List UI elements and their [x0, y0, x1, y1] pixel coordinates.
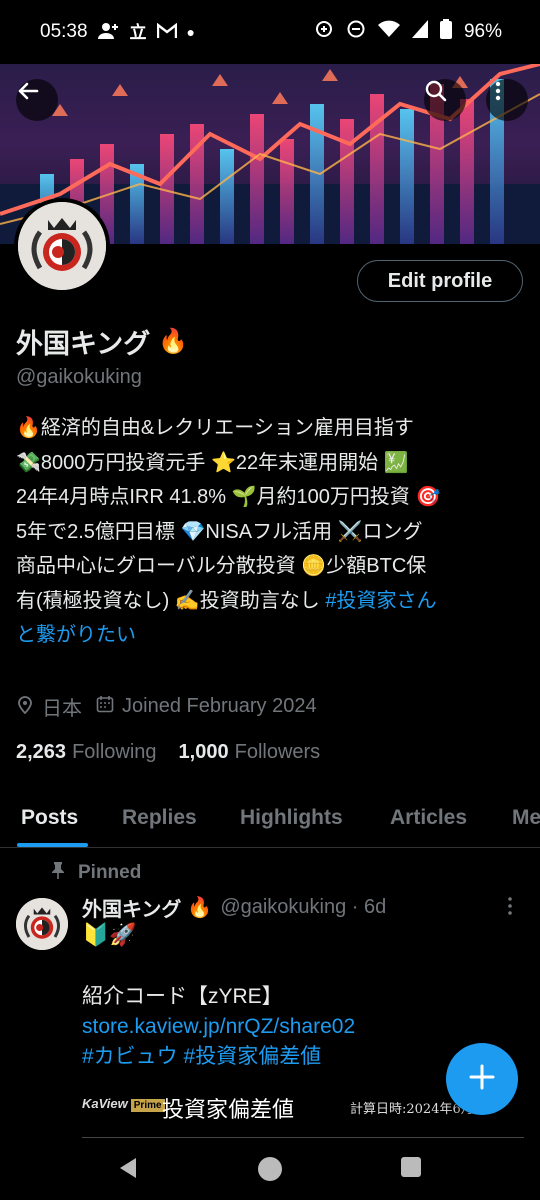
post-author-emoji: 🔥 — [187, 897, 213, 919]
back-triangle-icon[interactable] — [116, 1156, 140, 1185]
card-title: 投資家偏差値 — [162, 1098, 295, 1123]
post-url-link[interactable]: store.kaview.jp/nrQZ/share02 — [82, 1012, 355, 1042]
gmail-icon — [156, 22, 177, 42]
dnd-icon — [346, 19, 366, 45]
bio-text: 有(積極投資なし) ✍️投資助言なし — [16, 589, 326, 612]
system-nav-bar — [0, 1138, 540, 1200]
tab-highlights[interactable]: Highlights — [240, 806, 343, 830]
more-vertical-icon — [506, 897, 514, 921]
location-pin-icon — [16, 694, 34, 720]
joined-date: Joined February 2024 — [96, 695, 317, 719]
bio-line: 商品中心にグローバル分散投資 🪙少額BTC保 — [16, 555, 427, 577]
following-count: 2,263 — [16, 741, 67, 763]
post-line: 紹介コード【zYRE】 — [82, 985, 283, 1008]
status-bar: 05:38 立 ● 96% — [0, 0, 540, 64]
profile-bio: 🔥経済的自由&レクリエーション雇用目指す 💸8000万円投資元手 ⭐22年末運用… — [16, 411, 528, 653]
post-author-avatar[interactable] — [16, 898, 68, 950]
followers-label: Followers — [234, 741, 321, 763]
joined-text: Joined February 2024 — [122, 695, 317, 717]
calendar-icon — [96, 695, 114, 719]
pin-icon — [50, 861, 66, 885]
profile-tabs: Posts Replies Highlights Articles Me — [0, 788, 540, 848]
profile-handle: @gaikokuking — [16, 366, 142, 388]
tab-posts[interactable]: Posts — [21, 806, 78, 830]
battery-percent: 96% — [463, 21, 502, 42]
card-brand-badge: Prime — [130, 1099, 165, 1112]
battery-icon — [439, 19, 452, 45]
kanji-icon: 立 — [129, 22, 147, 42]
fire-emoji: 🔥 — [158, 328, 189, 355]
post-more-button[interactable] — [506, 896, 514, 922]
more-button[interactable] — [486, 79, 528, 121]
status-time: 05:38 — [40, 21, 88, 42]
plus-icon — [468, 1063, 496, 1096]
post-body: 紹介コード【zYRE】 store.kaview.jp/nrQZ/share02… — [82, 982, 355, 1072]
follow-stats: 2,263 Following 1,000 Followers — [16, 741, 342, 764]
compose-button[interactable] — [446, 1043, 518, 1115]
wifi-icon — [377, 20, 400, 44]
edit-profile-button[interactable]: Edit profile — [357, 260, 523, 302]
recents-square-icon[interactable] — [400, 1156, 422, 1183]
bio-line: 5年で2.5億円目標 💎NISAフル活用 ⚔️ロング — [16, 520, 423, 543]
active-tab-indicator — [17, 843, 88, 847]
post-emojis: 🔰🚀 — [82, 922, 137, 947]
profile-meta: 日本 Joined February 2024 — [16, 692, 331, 721]
profile-avatar[interactable] — [14, 198, 110, 294]
home-circle-icon[interactable] — [257, 1156, 283, 1187]
hashtag-link-continued[interactable]: と繋がりたい — [16, 624, 136, 646]
card-brand: KaView Prime — [82, 1096, 165, 1112]
person-add-icon — [97, 22, 120, 43]
avatar-image — [18, 202, 106, 290]
search-button[interactable] — [424, 79, 466, 121]
followers-link[interactable]: 1,000 Followers — [179, 741, 321, 764]
signal-icon — [411, 20, 428, 44]
hashtag-link[interactable]: #投資家さん — [325, 590, 436, 612]
followers-count: 1,000 — [178, 741, 229, 763]
tab-replies[interactable]: Replies — [122, 806, 197, 830]
display-name: 外国キング 🔥 — [16, 322, 188, 361]
bio-line: 💸8000万円投資元手 ⭐22年末運用開始 💹 — [16, 451, 409, 474]
dot-icon: ● — [186, 24, 196, 40]
post-hashtags[interactable]: #カビュウ #投資家偏差値 — [82, 1042, 355, 1072]
bio-line: 有(積極投資なし) ✍️投資助言なし #投資家さん — [16, 584, 528, 619]
following-link[interactable]: 2,263 Following — [16, 741, 157, 764]
card-brand-text: KaView — [82, 1096, 128, 1111]
bio-line: 🔥経済的自由&レクリエーション雇用目指す — [16, 417, 414, 439]
location-text: 日本 — [42, 698, 82, 720]
display-name-text: 外国キング — [16, 329, 151, 359]
following-label: Following — [72, 741, 157, 763]
bio-line: 24年4月時点IRR 41.8% 🌱月約100万円投資 🎯 — [16, 486, 441, 508]
back-button[interactable] — [16, 79, 58, 121]
sync-icon — [314, 19, 334, 45]
pinned-text: Pinned — [78, 862, 142, 883]
tab-articles[interactable]: Articles — [390, 806, 467, 830]
post-header: 外国キング 🔥 @gaikokuking · 6d — [82, 893, 386, 922]
post-author-handle[interactable]: @gaikokuking · 6d — [220, 896, 386, 919]
bio-line: と繋がりたい — [16, 618, 528, 653]
tab-media[interactable]: Me — [512, 806, 540, 830]
pinned-label: Pinned — [50, 861, 141, 885]
post-author-name[interactable]: 外国キング — [82, 893, 181, 922]
location: 日本 — [16, 692, 82, 721]
